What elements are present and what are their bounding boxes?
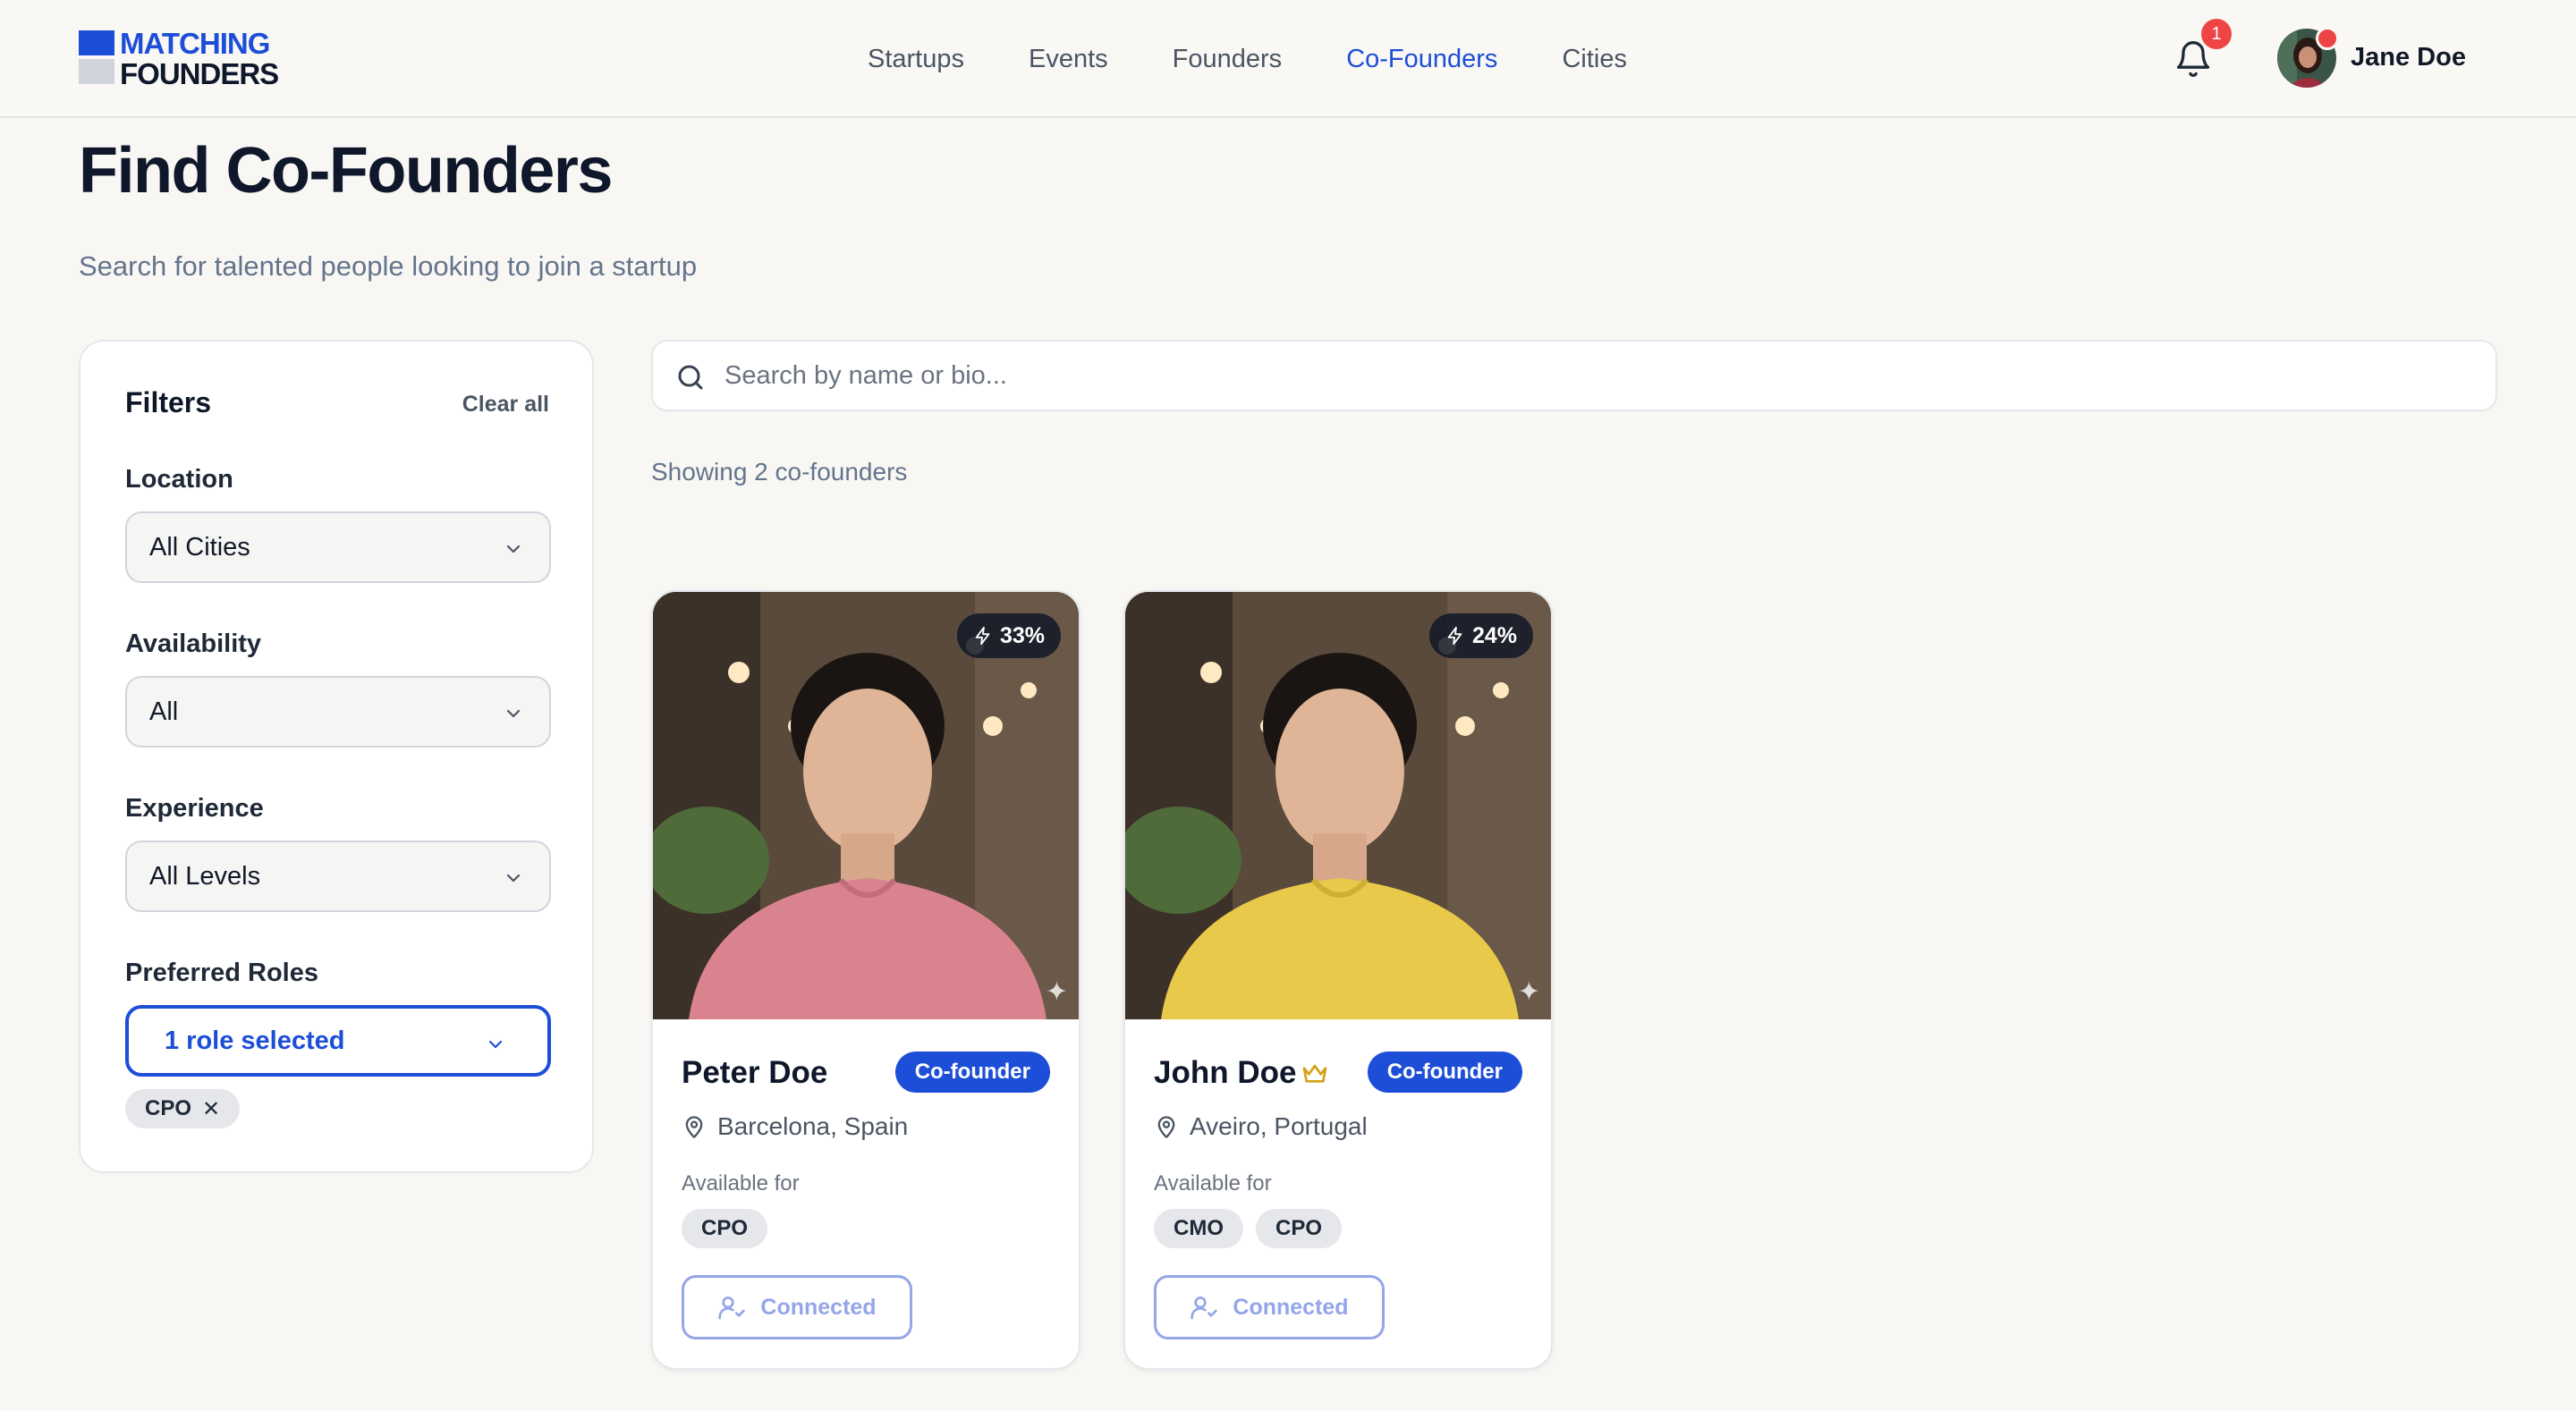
available-roles: CPO bbox=[682, 1209, 768, 1248]
match-score: 33% bbox=[999, 622, 1045, 648]
main-nav: Startups Events Founders Co-Founders Cit… bbox=[868, 0, 1691, 118]
sparkle-icon: ✦ bbox=[1045, 977, 1068, 1007]
user-check-icon bbox=[718, 1297, 746, 1320]
nav-cities[interactable]: Cities bbox=[1562, 45, 1627, 74]
match-score-badge: 24% bbox=[1428, 613, 1533, 658]
availability-label: Availability bbox=[125, 629, 262, 658]
role-tag: CPO bbox=[682, 1209, 768, 1248]
role-chip-cpo: CPO ✕ bbox=[125, 1089, 241, 1128]
location-select-value: All Cities bbox=[149, 533, 250, 562]
connected-button-label: Connected bbox=[760, 1294, 877, 1320]
cofounder-card[interactable]: 33% ✦ Peter Doe Co-founder Barcelona, Sp… bbox=[651, 590, 1080, 1370]
role-chip-label: CPO bbox=[145, 1096, 192, 1120]
chevron-down-icon bbox=[506, 545, 521, 553]
nav-founders[interactable]: Founders bbox=[1173, 45, 1283, 74]
page-title: Find Co-Founders bbox=[79, 135, 613, 207]
lightning-icon bbox=[975, 626, 990, 646]
location-select[interactable]: All Cities bbox=[125, 511, 551, 583]
preferred-roles-select-value: 1 role selected bbox=[165, 1027, 345, 1055]
sparkle-icon: ✦ bbox=[1517, 977, 1540, 1007]
svg-text:FOUNDERS: FOUNDERS bbox=[120, 57, 278, 89]
user-check-icon bbox=[1191, 1297, 1218, 1320]
notification-count-badge: 1 bbox=[2201, 19, 2232, 49]
experience-label: Experience bbox=[125, 794, 264, 823]
svg-text:MATCHING: MATCHING bbox=[120, 29, 269, 60]
available-for-label: Available for bbox=[1154, 1171, 1272, 1196]
availability-select-value: All bbox=[149, 697, 179, 726]
cofounder-badge: Co-founder bbox=[894, 1052, 1050, 1093]
available-roles: CMO CPO bbox=[1154, 1209, 1343, 1248]
results-count: Showing 2 co-founders bbox=[651, 458, 908, 486]
preferred-roles-select[interactable]: 1 role selected bbox=[125, 1005, 551, 1077]
location-label: Location bbox=[125, 465, 233, 494]
nav-co-founders[interactable]: Co-Founders bbox=[1346, 45, 1497, 74]
nav-startups[interactable]: Startups bbox=[868, 45, 964, 74]
crown-icon bbox=[1302, 1064, 1327, 1083]
cofounder-name[interactable]: John Doe bbox=[1154, 1055, 1296, 1091]
role-tag: CMO bbox=[1154, 1209, 1243, 1248]
location-text: Barcelona, Spain bbox=[717, 1112, 909, 1140]
experience-select-value: All Levels bbox=[149, 862, 261, 891]
nav-events[interactable]: Events bbox=[1029, 45, 1108, 74]
clear-all-button[interactable]: Clear all bbox=[462, 392, 549, 418]
top-navbar: MATCHING FOUNDERS Startups Events Founde… bbox=[0, 0, 2576, 118]
matching-founders-logo[interactable]: MATCHING FOUNDERS bbox=[79, 29, 365, 89]
preferred-roles-label: Preferred Roles bbox=[125, 959, 318, 987]
chevron-down-icon bbox=[488, 1040, 503, 1049]
map-pin-icon bbox=[685, 1116, 703, 1138]
search-input[interactable] bbox=[724, 352, 2469, 399]
match-score: 24% bbox=[1471, 622, 1517, 648]
experience-select[interactable]: All Levels bbox=[125, 841, 551, 912]
available-for-label: Available for bbox=[682, 1171, 800, 1196]
search-bar bbox=[651, 340, 2497, 411]
role-tag: CPO bbox=[1256, 1209, 1343, 1248]
availability-select[interactable]: All bbox=[125, 676, 551, 748]
cofounder-badge: Co-founder bbox=[1367, 1052, 1522, 1093]
map-pin-icon bbox=[1157, 1116, 1175, 1138]
connected-button-label: Connected bbox=[1233, 1294, 1349, 1320]
cofounder-location: Barcelona, Spain bbox=[682, 1112, 908, 1141]
match-score-badge: 33% bbox=[956, 613, 1061, 658]
cofounder-card[interactable]: 24% ✦ John Doe Co-founder Aveiro, Portug… bbox=[1123, 590, 1553, 1370]
user-name[interactable]: Jane Doe bbox=[2351, 43, 2466, 72]
search-icon bbox=[678, 365, 703, 390]
filters-panel: Filters Clear all Location All Cities Av… bbox=[79, 340, 594, 1173]
page-subtitle: Search for talented people looking to jo… bbox=[79, 250, 698, 282]
status-dot bbox=[2316, 27, 2339, 50]
location-text: Aveiro, Portugal bbox=[1190, 1112, 1368, 1140]
chevron-down-icon bbox=[506, 874, 521, 883]
chevron-down-icon bbox=[506, 709, 521, 718]
cofounder-name[interactable]: Peter Doe bbox=[682, 1055, 827, 1091]
connected-button[interactable]: Connected bbox=[682, 1275, 912, 1339]
filters-title: Filters bbox=[125, 386, 212, 418]
close-icon[interactable]: ✕ bbox=[202, 1096, 220, 1122]
lightning-icon bbox=[1447, 626, 1462, 646]
cofounder-location: Aveiro, Portugal bbox=[1154, 1112, 1368, 1141]
connected-button[interactable]: Connected bbox=[1154, 1275, 1385, 1339]
